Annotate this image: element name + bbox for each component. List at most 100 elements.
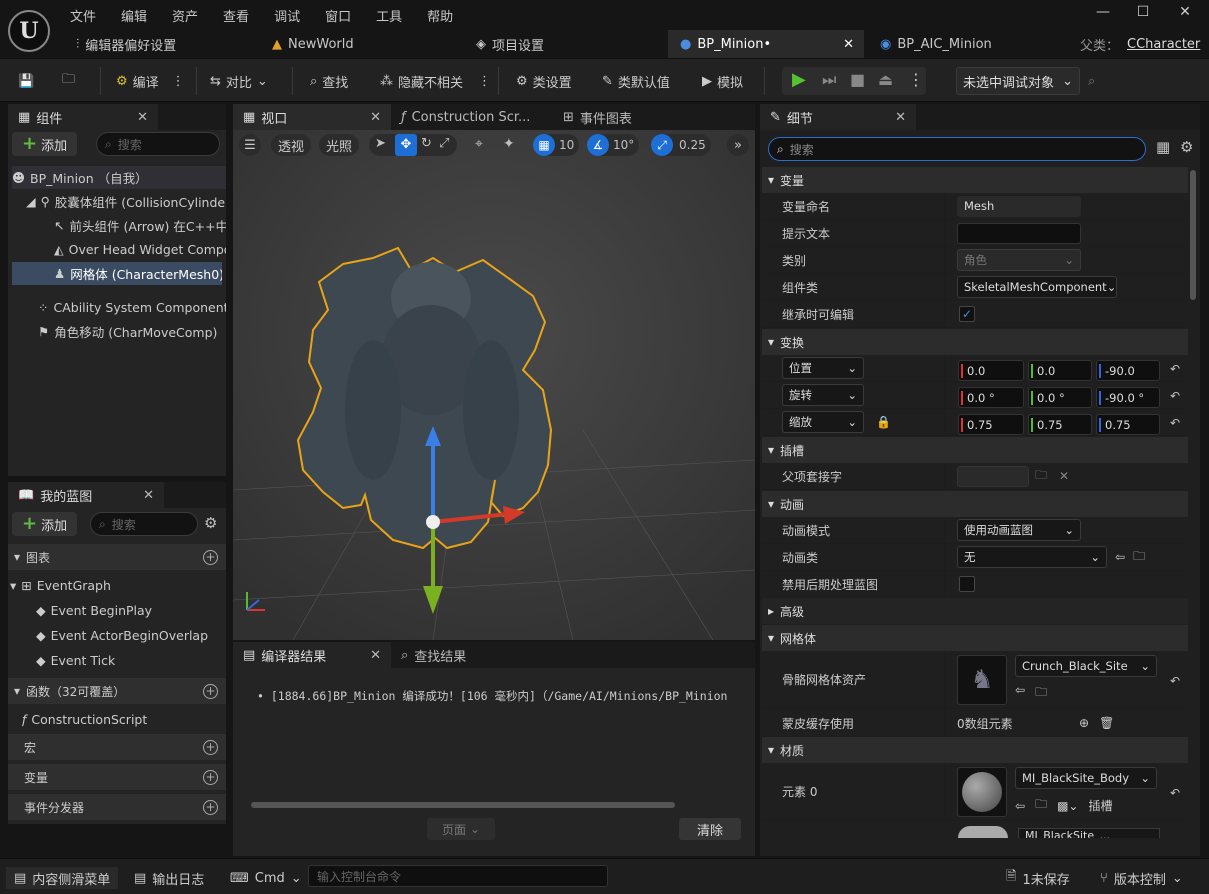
scale-icon[interactable]: ⤢ (439, 136, 449, 151)
close-icon[interactable]: ✕ (895, 110, 906, 125)
reset-scale-icon[interactable]: ↶ (1170, 416, 1180, 430)
tab-viewport[interactable]: ▦ 视口 ✕ (233, 104, 391, 130)
unsaved-button[interactable]: 🗎 1未保存 (1006, 867, 1070, 889)
mesh-thumbnail[interactable]: ♞ (957, 654, 1007, 705)
lit-mode-button[interactable]: 光照 (319, 134, 359, 156)
rotate-icon[interactable]: ↻ (421, 136, 432, 151)
scale-z[interactable]: 0.75 (1096, 414, 1160, 435)
add-component-button[interactable]: + 添加 (12, 132, 78, 156)
functions-section[interactable]: ▾ 函数（32可覆盖） + (8, 678, 226, 704)
component-movement[interactable]: ⚑ 角色移动 (CharMoveComp) (38, 320, 226, 343)
parent-socket-input[interactable] (957, 465, 1029, 487)
reset-rotation-icon[interactable]: ↶ (1170, 389, 1180, 403)
component-capsule[interactable]: ◢ ⚲ 胶囊体组件 (CollisionCylinder) (26, 190, 226, 213)
tab-construction-script[interactable]: ƒ Construction Scr... (391, 104, 553, 130)
category-animation[interactable]: ▾ 动画 (762, 491, 1188, 517)
event-graph-item[interactable]: ▾ ⊞ EventGraph (10, 574, 111, 597)
parent-class-link[interactable]: CCharacter (1127, 37, 1200, 52)
scale-snap[interactable]: ⤢ 0.25 (651, 134, 711, 156)
clear-socket-icon[interactable]: ✕ (1059, 469, 1069, 483)
content-drawer-button[interactable]: ▤ 内容侧滑菜单 (6, 867, 119, 889)
component-class-select[interactable]: SkeletalMeshComponent ⌄ (957, 276, 1117, 298)
class-settings-button[interactable]: ⚙ 类设置 (516, 69, 572, 93)
skeletal-mesh-select[interactable]: Crunch_Black_Site ⌄ (1015, 655, 1157, 677)
close-icon[interactable]: ✕ (370, 648, 381, 663)
more-options-icon[interactable]: ⋮ (478, 74, 491, 89)
scale-y[interactable]: 0.75 (1028, 414, 1092, 435)
tab-my-blueprint[interactable]: 📖 我的蓝图 ✕ (8, 482, 164, 508)
close-window-button[interactable]: ✕ (1170, 4, 1200, 20)
step-icon[interactable]: ⏭ (822, 70, 836, 90)
diff-button[interactable]: ⇆ 对比 ⌄ (210, 69, 268, 93)
blueprint-search[interactable]: ⌕ 搜索 (90, 512, 198, 536)
menu-file[interactable]: 文件 (70, 6, 96, 25)
add-function-icon[interactable]: + (203, 683, 218, 699)
component-overhead-widget[interactable]: ◭Over Head Widget Component (54, 238, 226, 261)
maximize-button[interactable]: ☐ (1128, 4, 1158, 20)
lock-icon[interactable]: 🔒 (876, 415, 891, 429)
tab-project-settings[interactable]: ◈ 项目设置 (464, 30, 664, 58)
browse-icon[interactable]: 🗀 (62, 69, 75, 93)
texture-icon[interactable]: ▩⌄ (1057, 799, 1078, 813)
material-thumbnail-2[interactable] (958, 826, 1008, 838)
tab-event-graph[interactable]: ⊞ 事件图表 (553, 104, 713, 130)
scale-x[interactable]: 0.75 (958, 414, 1024, 435)
rotation-y[interactable]: 0.0 ° (1028, 387, 1092, 408)
menu-asset[interactable]: 资产 (172, 6, 198, 25)
component-mesh[interactable]: ♟ 网格体 (CharacterMesh0) (12, 262, 222, 285)
browse-icon[interactable]: 🗀 (1035, 795, 1047, 816)
play-options-icon[interactable]: ⋮ (908, 70, 924, 89)
macros-section[interactable]: 宏 + (8, 734, 226, 760)
tooltip-input[interactable] (957, 222, 1081, 244)
editable-checkbox[interactable]: ✓ (959, 306, 975, 322)
construction-script-item[interactable]: ƒ ConstructionScript (22, 708, 147, 731)
component-self[interactable]: ☻ BP_Minion （自我） (12, 166, 226, 189)
graphs-section[interactable]: ▾ 图表 + (8, 544, 226, 570)
category-transform[interactable]: ▾ 变换 (762, 329, 1188, 355)
rotation-select[interactable]: 旋转 ⌄ (782, 384, 864, 406)
hide-unrelated-button[interactable]: ⁂ 隐藏不相关 ⋮ (380, 69, 491, 93)
rotation-z[interactable]: -90.0 ° (1096, 387, 1160, 408)
find-button[interactable]: ⌕ 查找 (310, 69, 348, 93)
select-icon[interactable]: ➤ (375, 136, 386, 151)
vertical-scrollbar[interactable] (1190, 170, 1196, 300)
tab-bp-minion[interactable]: ● BP_Minion• ✕ (668, 30, 864, 58)
location-z[interactable]: -90.0 (1096, 360, 1160, 381)
anim-class-select[interactable]: 无 ⌄ (957, 546, 1107, 568)
tab-compiler-results[interactable]: ▤ 编译器结果 ✕ (233, 642, 391, 668)
compile-button[interactable]: ⚙ 编译 ⋮ (116, 69, 185, 93)
menu-tools[interactable]: 工具 (376, 6, 402, 25)
angle-snap[interactable]: ∡ 10° (587, 134, 639, 156)
menu-window[interactable]: 窗口 (325, 6, 351, 25)
menu-help[interactable]: 帮助 (427, 6, 453, 25)
tab-newworld[interactable]: ▲ NewWorld (260, 30, 460, 58)
reset-material-icon[interactable]: ↶ (1170, 786, 1180, 800)
horizontal-scrollbar[interactable] (251, 802, 675, 808)
unreal-logo-icon[interactable]: U (8, 10, 50, 52)
use-selected-icon[interactable]: ⇦ (1015, 799, 1025, 813)
add-member-button[interactable]: + 添加 (12, 512, 78, 536)
add-element-icon[interactable]: ⊕ (1079, 716, 1089, 730)
variable-name-input[interactable]: Mesh (957, 195, 1081, 217)
add-graph-icon[interactable]: + (203, 549, 218, 565)
play-icon[interactable]: ▶ (792, 69, 806, 90)
character-mesh[interactable] (296, 246, 553, 550)
add-variable-icon[interactable]: + (203, 769, 218, 785)
component-ability-system[interactable]: ⁘ CAbility System Component (38, 296, 226, 319)
table-view-icon[interactable]: ▦ (1156, 138, 1170, 156)
scale-select[interactable]: 缩放 ⌄ (782, 411, 864, 433)
close-icon[interactable]: ✕ (370, 110, 381, 125)
simulate-button[interactable]: ▶ 模拟 (702, 69, 743, 93)
menu-view[interactable]: 查看 (223, 6, 249, 25)
save-icon[interactable]: 💾 (18, 69, 34, 93)
anim-mode-select[interactable]: 使用动画蓝图 ⌄ (957, 519, 1081, 541)
event-tick[interactable]: ◆ Event Tick (36, 649, 115, 672)
grid-snap[interactable]: ▦ 10 (533, 134, 579, 156)
viewport-menu-button[interactable]: ☰ (239, 134, 261, 156)
event-beginplay[interactable]: ◆ Event BeginPlay (36, 599, 152, 622)
category-variable[interactable]: ▾ 变量 (762, 167, 1188, 193)
tab-editor-prefs[interactable]: ⫶ 编辑器偏好设置 (64, 30, 264, 58)
tab-details[interactable]: ✎ 细节 ✕ (760, 104, 916, 130)
browse-socket-icon[interactable]: 🗀 (1035, 466, 1047, 487)
minimize-button[interactable]: — (1088, 4, 1118, 20)
